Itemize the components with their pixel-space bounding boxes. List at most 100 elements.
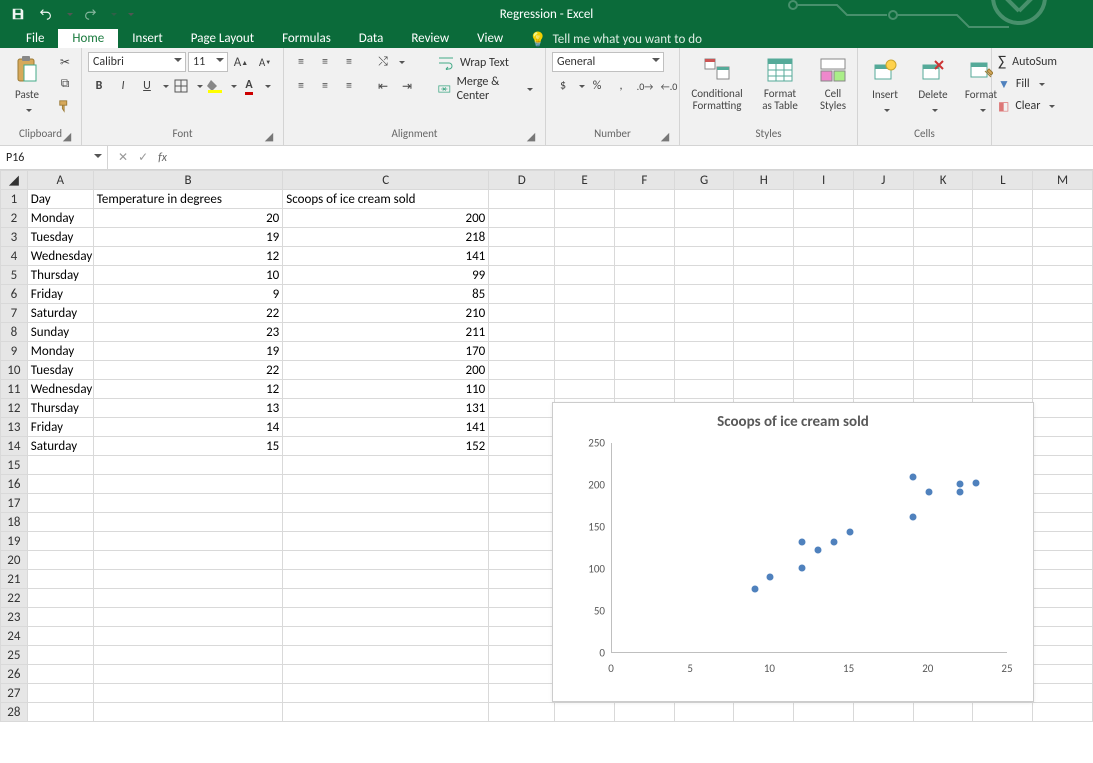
cell-J7[interactable] bbox=[853, 304, 913, 323]
cell-M26[interactable] bbox=[1033, 665, 1093, 684]
merge-center-button[interactable]: Merge & Center bbox=[432, 78, 539, 100]
cell-F2[interactable] bbox=[614, 209, 674, 228]
font-color-button[interactable]: A bbox=[238, 76, 260, 96]
cell-M10[interactable] bbox=[1033, 361, 1093, 380]
col-header-G[interactable]: G bbox=[674, 171, 734, 190]
cell-M9[interactable] bbox=[1033, 342, 1093, 361]
cell-C19[interactable] bbox=[283, 532, 489, 551]
format-painter-button[interactable] bbox=[54, 96, 76, 116]
cell-M8[interactable] bbox=[1033, 323, 1093, 342]
cell-F4[interactable] bbox=[614, 247, 674, 266]
cell-B7[interactable]: 22 bbox=[93, 304, 283, 323]
cell-J6[interactable] bbox=[853, 285, 913, 304]
cell-M28[interactable] bbox=[1033, 703, 1093, 722]
cell-B8[interactable]: 23 bbox=[93, 323, 283, 342]
cell-B1[interactable]: Temperature in degrees bbox=[93, 190, 283, 209]
cell-B13[interactable]: 14 bbox=[93, 418, 283, 437]
select-all-corner[interactable]: ◢ bbox=[1, 171, 28, 190]
cell-B26[interactable] bbox=[93, 665, 283, 684]
cell-H9[interactable] bbox=[734, 342, 794, 361]
cell-A11[interactable]: Wednesday bbox=[27, 380, 93, 399]
cell-C20[interactable] bbox=[283, 551, 489, 570]
align-left-button[interactable]: ≡ bbox=[290, 76, 312, 96]
cell-styles-button[interactable]: Cell Styles bbox=[812, 52, 854, 114]
cell-D9[interactable] bbox=[489, 342, 555, 361]
cell-C9[interactable]: 170 bbox=[283, 342, 489, 361]
cell-B9[interactable]: 19 bbox=[93, 342, 283, 361]
cell-I6[interactable] bbox=[794, 285, 854, 304]
cell-M4[interactable] bbox=[1033, 247, 1093, 266]
row-header-18[interactable]: 18 bbox=[1, 513, 28, 532]
cell-L28[interactable] bbox=[973, 703, 1033, 722]
cell-C25[interactable] bbox=[283, 646, 489, 665]
percent-button[interactable]: % bbox=[586, 76, 608, 96]
row-header-4[interactable]: 4 bbox=[1, 247, 28, 266]
increase-indent-button[interactable]: ⇥ bbox=[396, 76, 418, 96]
increase-decimal-button[interactable]: .0→ bbox=[634, 76, 656, 96]
cell-A17[interactable] bbox=[27, 494, 93, 513]
row-header-22[interactable]: 22 bbox=[1, 589, 28, 608]
cell-B28[interactable] bbox=[93, 703, 283, 722]
cell-A22[interactable] bbox=[27, 589, 93, 608]
tab-formulas[interactable]: Formulas bbox=[268, 29, 345, 48]
cell-C24[interactable] bbox=[283, 627, 489, 646]
cell-D1[interactable] bbox=[489, 190, 555, 209]
cell-F7[interactable] bbox=[614, 304, 674, 323]
cell-M5[interactable] bbox=[1033, 266, 1093, 285]
cell-J10[interactable] bbox=[853, 361, 913, 380]
row-header-24[interactable]: 24 bbox=[1, 627, 28, 646]
row-header-2[interactable]: 2 bbox=[1, 209, 28, 228]
cell-F1[interactable] bbox=[614, 190, 674, 209]
cell-D11[interactable] bbox=[489, 380, 555, 399]
decrease-decimal-button[interactable]: ←.0 bbox=[658, 76, 680, 96]
col-header-F[interactable]: F bbox=[614, 171, 674, 190]
cell-E5[interactable] bbox=[555, 266, 615, 285]
redo-dropdown-icon[interactable] bbox=[110, 6, 114, 22]
cell-G3[interactable] bbox=[674, 228, 734, 247]
cell-C22[interactable] bbox=[283, 589, 489, 608]
cell-J8[interactable] bbox=[853, 323, 913, 342]
cell-E11[interactable] bbox=[555, 380, 615, 399]
cell-H1[interactable] bbox=[734, 190, 794, 209]
cell-M7[interactable] bbox=[1033, 304, 1093, 323]
cell-K11[interactable] bbox=[913, 380, 973, 399]
cell-E28[interactable] bbox=[555, 703, 615, 722]
cell-B18[interactable] bbox=[93, 513, 283, 532]
cell-A3[interactable]: Tuesday bbox=[27, 228, 93, 247]
delete-cells-button[interactable]: Delete bbox=[912, 52, 954, 118]
cell-C28[interactable] bbox=[283, 703, 489, 722]
cell-C2[interactable]: 200 bbox=[283, 209, 489, 228]
cell-A24[interactable] bbox=[27, 627, 93, 646]
cell-B10[interactable]: 22 bbox=[93, 361, 283, 380]
cell-C18[interactable] bbox=[283, 513, 489, 532]
cell-G7[interactable] bbox=[674, 304, 734, 323]
cell-D14[interactable] bbox=[489, 437, 555, 456]
col-header-B[interactable]: B bbox=[93, 171, 283, 190]
align-middle-button[interactable]: ≡ bbox=[314, 52, 336, 72]
cell-H7[interactable] bbox=[734, 304, 794, 323]
cell-A8[interactable]: Sunday bbox=[27, 323, 93, 342]
cell-D4[interactable] bbox=[489, 247, 555, 266]
cell-J1[interactable] bbox=[853, 190, 913, 209]
cell-A23[interactable] bbox=[27, 608, 93, 627]
cell-K6[interactable] bbox=[913, 285, 973, 304]
cell-H3[interactable] bbox=[734, 228, 794, 247]
row-header-28[interactable]: 28 bbox=[1, 703, 28, 722]
cell-A26[interactable] bbox=[27, 665, 93, 684]
cell-B2[interactable]: 20 bbox=[93, 209, 283, 228]
col-header-A[interactable]: A bbox=[27, 171, 93, 190]
cell-E6[interactable] bbox=[555, 285, 615, 304]
cell-B23[interactable] bbox=[93, 608, 283, 627]
cell-A9[interactable]: Monday bbox=[27, 342, 93, 361]
row-header-23[interactable]: 23 bbox=[1, 608, 28, 627]
tab-file[interactable]: File bbox=[12, 29, 58, 48]
increase-font-button[interactable]: A▲ bbox=[230, 52, 252, 72]
fill-color-button[interactable] bbox=[204, 76, 226, 96]
cell-H28[interactable] bbox=[734, 703, 794, 722]
underline-button[interactable]: U bbox=[136, 76, 158, 96]
cell-D21[interactable] bbox=[489, 570, 555, 589]
cell-K8[interactable] bbox=[913, 323, 973, 342]
cell-A7[interactable]: Saturday bbox=[27, 304, 93, 323]
col-header-L[interactable]: L bbox=[973, 171, 1033, 190]
col-header-C[interactable]: C bbox=[283, 171, 489, 190]
